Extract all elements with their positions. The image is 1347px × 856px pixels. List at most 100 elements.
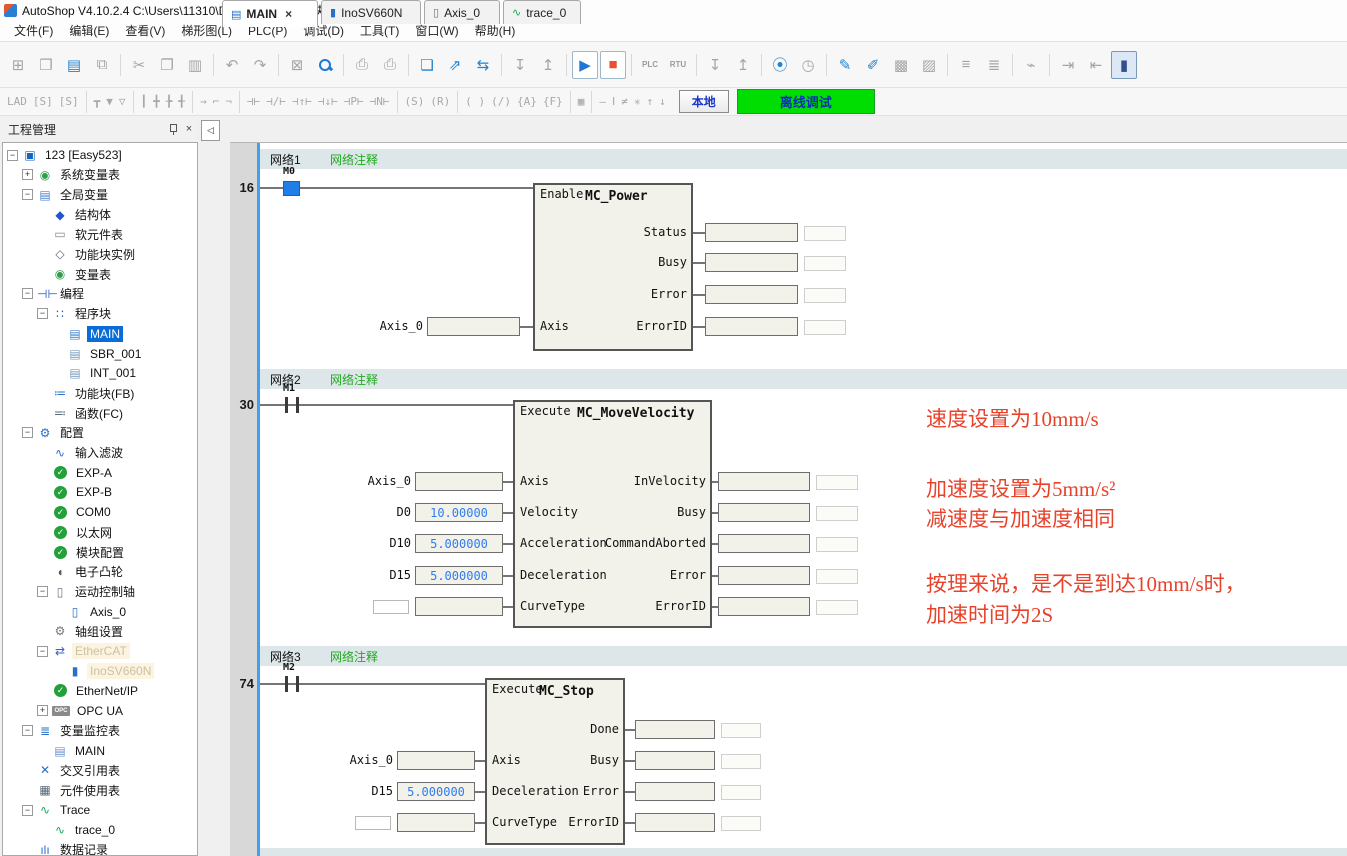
input-operand-box-curvetype[interactable] <box>415 597 503 616</box>
tree-item--[interactable]: −⊣⊢编程 <box>22 284 87 304</box>
star-icon[interactable]: ✳ <box>632 92 643 112</box>
tree-item-trace-0[interactable]: ∿trace_0 <box>37 820 118 840</box>
output-operand-box-errorid[interactable] <box>635 813 715 832</box>
toolbar-button-export-file[interactable]: ↥ <box>535 51 561 79</box>
tree-expander-collapse-icon[interactable]: − <box>22 189 33 200</box>
toolbar-button-undo[interactable]: ↶ <box>219 51 245 79</box>
toolbar-button-rtu-mode[interactable]: RTU <box>665 51 691 79</box>
tree-item--[interactable]: ◖电子凸轮 <box>37 562 126 582</box>
tree-expander-collapse-icon[interactable]: − <box>37 586 48 597</box>
toolbar-button-usb[interactable]: ⌁ <box>1018 51 1044 79</box>
output-operand-box-busy[interactable] <box>718 503 810 522</box>
down-icon[interactable]: ↓ <box>657 92 668 112</box>
toolbar-button-paste[interactable]: ▥ <box>182 51 208 79</box>
network-comment[interactable]: 网络注释 <box>330 648 378 665</box>
contact-m2-bar[interactable] <box>285 676 288 692</box>
toolbar-button-oscilloscope[interactable]: ◷ <box>795 51 821 79</box>
input-empty-slot[interactable] <box>355 816 391 830</box>
tree-item--[interactable]: ◆结构体 <box>37 205 114 225</box>
vline2-icon[interactable]: Ⅰ <box>610 92 617 112</box>
coil-reset-icon[interactable]: (R) <box>428 92 452 112</box>
toolbar-button-simulate-stop[interactable]: ▨ <box>916 51 942 79</box>
func-a-icon[interactable]: {A} <box>515 92 539 112</box>
offline-debug-button[interactable]: 离线调试 <box>737 89 875 114</box>
tree-item-123-easy523-[interactable]: −▣123 [Easy523] <box>7 145 125 165</box>
tab-trace_0[interactable]: ∿trace_0 <box>503 0 581 24</box>
insert-row-icon[interactable]: ▼ <box>104 92 115 112</box>
toolbar-button-jump-out[interactable]: ⇤ <box>1083 51 1109 79</box>
contact-rise-icon[interactable]: ⊣↑⊢ <box>290 92 314 112</box>
tree-expander-collapse-icon[interactable]: − <box>37 308 48 319</box>
tree-expander-collapse-icon[interactable]: − <box>22 725 33 736</box>
tree-item--[interactable]: ▦元件使用表 <box>22 780 123 800</box>
tree-item-int-001[interactable]: ▤INT_001 <box>52 363 139 383</box>
cross-line-icon[interactable]: ╋ <box>151 92 162 112</box>
tree-item-inosv660n[interactable]: ▮InoSV660N <box>52 661 154 681</box>
tree-item-opc-ua[interactable]: +OPCOPC UA <box>37 701 126 721</box>
toolbar-button-copy-window[interactable]: ❏ <box>414 51 440 79</box>
output-operand-box-error[interactable] <box>635 782 715 801</box>
set-coil-icon[interactable]: [S] <box>31 92 55 112</box>
tree-expander-expand-icon[interactable]: + <box>37 705 48 716</box>
tree-item-com0[interactable]: ✓COM0 <box>37 502 114 522</box>
tree-expander-collapse-icon[interactable]: − <box>22 288 33 299</box>
menu-item-2[interactable]: 查看(V) <box>117 20 173 41</box>
panel-pin-icon[interactable] <box>165 121 181 137</box>
toolbar-button-upload-plc[interactable]: ↥ <box>730 51 756 79</box>
toolbar-button-print-preview[interactable]: ⎙ <box>349 51 375 79</box>
toolbar-button-run[interactable]: ▶ <box>572 51 598 79</box>
func-f-icon[interactable]: {F} <box>541 92 565 112</box>
ladder-editor-canvas[interactable] <box>230 142 1347 856</box>
tab-axis_0[interactable]: ▯Axis_0 <box>424 0 500 24</box>
contact-m2-bar[interactable] <box>296 676 299 692</box>
toolbar-button-save[interactable]: ▤ <box>61 51 87 79</box>
menu-item-1[interactable]: 编辑(E) <box>61 20 117 41</box>
tree-item-trace[interactable]: −∿Trace <box>22 800 93 820</box>
app-instruction-icon[interactable]: ▦ <box>576 92 587 112</box>
contact-m1-bar[interactable] <box>285 397 288 413</box>
contact-fall-icon[interactable]: ⊣↓⊢ <box>316 92 340 112</box>
tab-inosv660n[interactable]: ▮InoSV660N <box>321 0 421 24</box>
contact-m0-energized[interactable] <box>283 181 300 196</box>
output-operand-box-invelocity[interactable] <box>718 472 810 491</box>
output-operand-box-commandaborted[interactable] <box>718 534 810 553</box>
tree-item--[interactable]: ◉变量表 <box>37 264 114 284</box>
input-operand-box-curvetype[interactable] <box>397 813 475 832</box>
tline-right-icon[interactable]: ╊ <box>164 92 175 112</box>
vline-icon[interactable]: ┃ <box>139 92 150 112</box>
input-operand-box-axis[interactable] <box>427 317 520 336</box>
tree-item-exp-b[interactable]: ✓EXP-B <box>37 482 115 502</box>
tree-item--[interactable]: −⚙配置 <box>22 423 87 443</box>
tree-item--[interactable]: ✓以太网 <box>37 522 115 542</box>
tree-expander-collapse-icon[interactable]: − <box>37 646 48 657</box>
tree-item-ethernet-ip[interactable]: ✓EtherNet/IP <box>37 681 141 701</box>
tree-expander-collapse-icon[interactable]: − <box>22 427 33 438</box>
toolbar-button-simulate[interactable]: ▩ <box>888 51 914 79</box>
delete-row-icon[interactable]: ▽ <box>117 92 128 112</box>
hline2-icon[interactable]: — <box>597 92 608 112</box>
toolbar-button-jump-in[interactable]: ⇥ <box>1055 51 1081 79</box>
tree-item--[interactable]: ✓模块配置 <box>37 542 127 562</box>
toolbar-button-print[interactable]: ⎙ <box>377 51 403 79</box>
tree-expander-collapse-icon[interactable]: − <box>7 150 18 161</box>
tree-item--[interactable]: −≣变量监控表 <box>22 721 123 741</box>
hline-icon[interactable]: → <box>198 92 209 112</box>
tree-item-main[interactable]: ▤MAIN <box>37 741 108 761</box>
output-operand-box-busy[interactable] <box>635 751 715 770</box>
tree-expander-expand-icon[interactable]: + <box>22 169 33 180</box>
tree-item--[interactable]: +◉系统变量表 <box>22 165 123 185</box>
coil-not-icon[interactable]: (/) <box>489 92 513 112</box>
tree-item--[interactable]: ▭软元件表 <box>37 224 126 244</box>
coil-out-icon[interactable]: ( ) <box>463 92 487 112</box>
tree-item--[interactable]: ∿输入滤波 <box>37 443 126 463</box>
branch-down-icon[interactable]: ┳ <box>92 92 103 112</box>
toolbar-button-write-mode[interactable]: ✎ <box>832 51 858 79</box>
output-operand-box-error[interactable] <box>718 566 810 585</box>
toolbar-button-open-folder[interactable]: ❒ <box>33 51 59 79</box>
toolbar-button-plc-mode[interactable]: PLC <box>637 51 663 79</box>
contact-nc-icon[interactable]: ⊣/⊢ <box>264 92 288 112</box>
lad-mode-icon[interactable]: LAD <box>5 92 29 112</box>
tree-item--[interactable]: ◇功能块实例 <box>37 244 138 264</box>
tree-item--[interactable]: −▯运动控制轴 <box>37 582 138 602</box>
output-operand-box-status[interactable] <box>705 223 798 242</box>
